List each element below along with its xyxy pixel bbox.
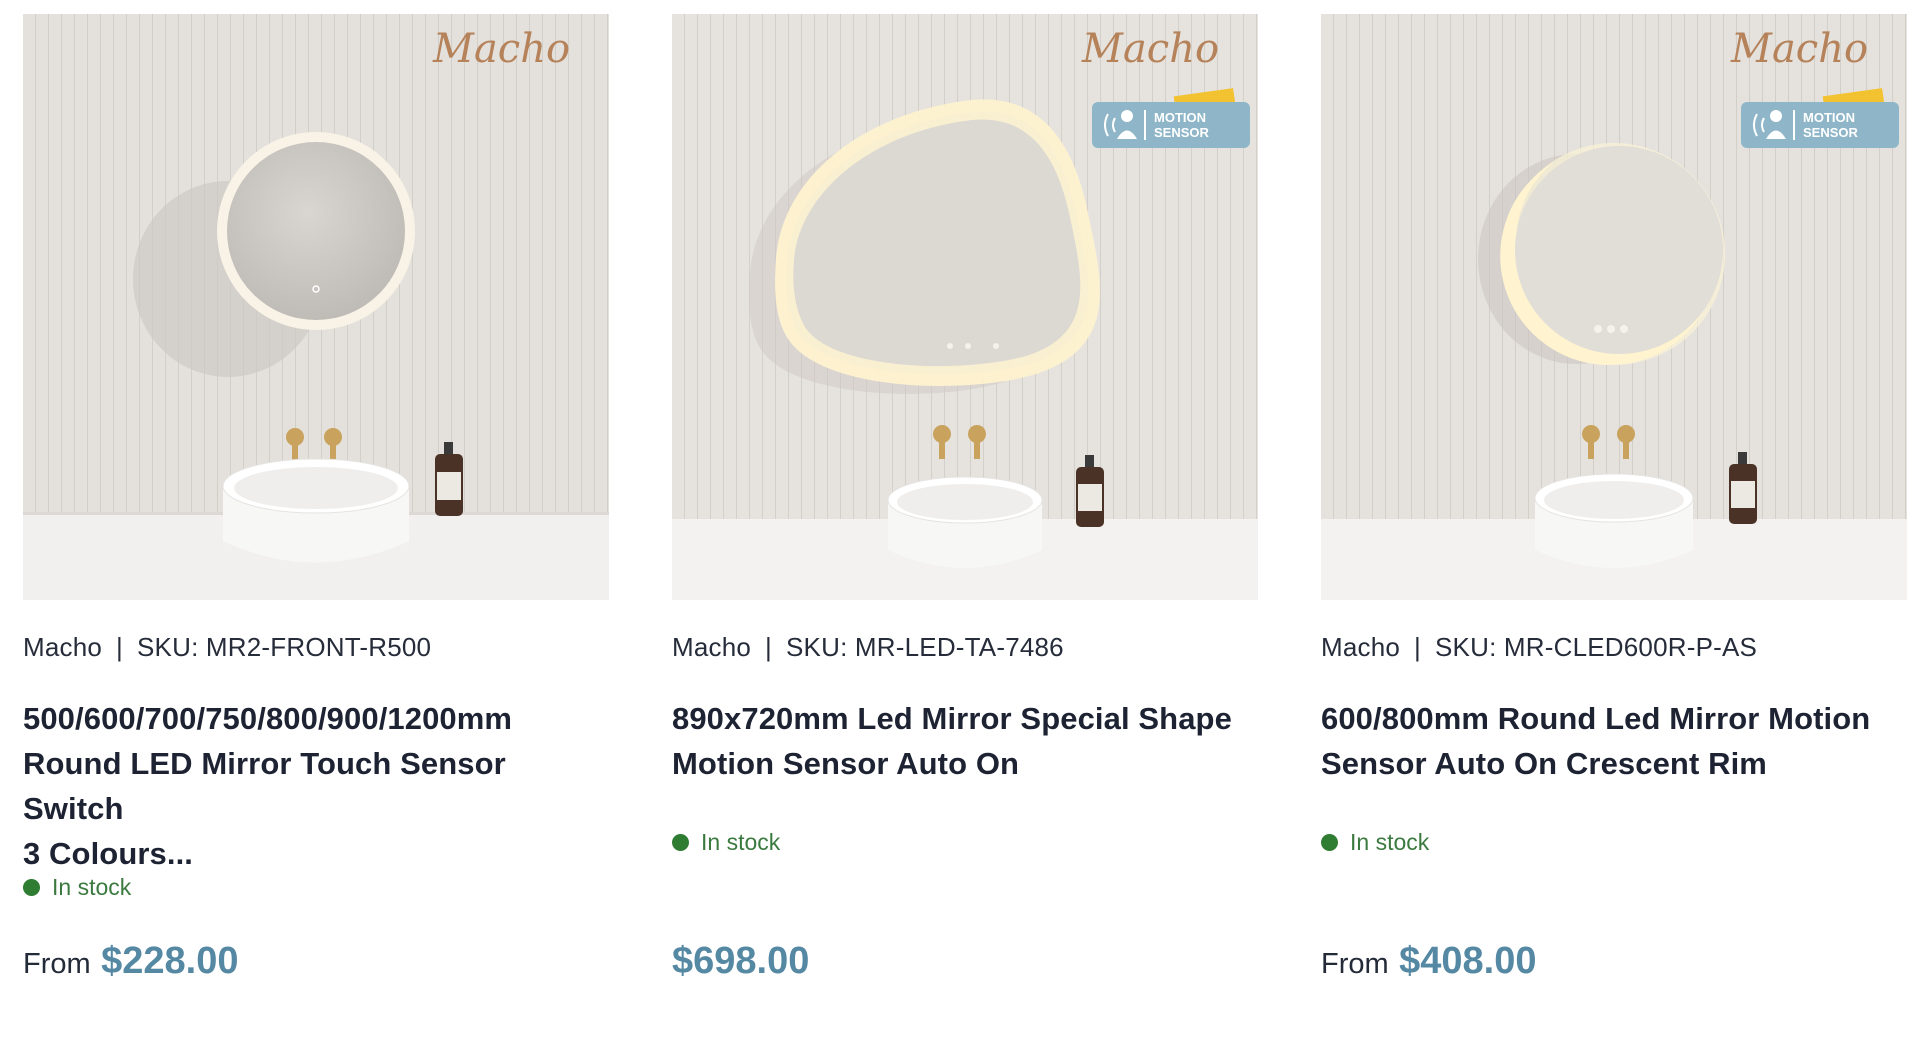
price: From $408.00 bbox=[1321, 940, 1537, 983]
brand-watermark: Macho bbox=[1730, 26, 1868, 72]
meta-separator: | bbox=[765, 632, 773, 662]
product-meta: Macho | SKU: MR-LED-TA-7486 bbox=[672, 632, 1064, 663]
stock-status: In stock bbox=[1321, 829, 1429, 856]
price: From $228.00 bbox=[23, 940, 239, 983]
product-title-line: Sensor Auto On Crescent Rim bbox=[1321, 746, 1767, 781]
price-prefix: From bbox=[1321, 948, 1389, 980]
product-sku: SKU: MR-CLED600R-P-AS bbox=[1435, 632, 1758, 662]
price-value: $408.00 bbox=[1399, 940, 1537, 982]
price: $698.00 bbox=[672, 940, 809, 983]
product-photo: Macho bbox=[23, 14, 609, 600]
stock-status: In stock bbox=[672, 829, 780, 856]
product-grid: Macho Macho | SKU: MR2-FRONT-R500 500/600/… bbox=[0, 0, 1924, 1038]
stock-label: In stock bbox=[701, 829, 781, 855]
vendor-name: Macho bbox=[672, 632, 752, 662]
product-title-link[interactable]: 890x720mm Led Mirror Special Shape Motio… bbox=[672, 696, 1258, 786]
stock-label: In stock bbox=[52, 874, 132, 900]
stock-dot-icon bbox=[672, 834, 689, 851]
vendor-name: Macho bbox=[23, 632, 103, 662]
product-title-line: Round LED Mirror Touch Sensor Switch bbox=[23, 746, 506, 826]
product-photo: MOTION SENSOR Macho bbox=[1321, 14, 1907, 600]
product-meta: Macho | SKU: MR-CLED600R-P-AS bbox=[1321, 632, 1757, 663]
badge-text: MOTION bbox=[1803, 110, 1855, 125]
product-image-link[interactable]: Macho bbox=[23, 14, 609, 600]
meta-separator: | bbox=[116, 632, 124, 662]
badge-text: SENSOR bbox=[1803, 125, 1859, 140]
product-title-link[interactable]: 600/800mm Round Led Mirror Motion Sensor… bbox=[1321, 696, 1907, 786]
product-title-line: 500/600/700/750/800/900/1200mm bbox=[23, 701, 513, 736]
price-value: $698.00 bbox=[672, 940, 810, 982]
product-sku: SKU: MR2-FRONT-R500 bbox=[137, 632, 432, 662]
product-title-line: 890x720mm Led Mirror Special Shape bbox=[672, 701, 1232, 736]
product-title-line: 3 Colours... bbox=[23, 836, 194, 871]
product-title-line: Motion Sensor Auto On bbox=[672, 746, 1020, 781]
brand-watermark: Macho bbox=[432, 26, 570, 72]
price-value: $228.00 bbox=[101, 940, 239, 982]
stock-status: In stock bbox=[23, 874, 131, 901]
product-title-line: 600/800mm Round Led Mirror Motion bbox=[1321, 701, 1871, 736]
stock-dot-icon bbox=[1321, 834, 1338, 851]
price-prefix: From bbox=[23, 948, 91, 980]
brand-watermark: Macho bbox=[1081, 26, 1219, 72]
stock-dot-icon bbox=[23, 879, 40, 896]
vendor-name: Macho bbox=[1321, 632, 1401, 662]
product-photo: MOTION SENSOR Macho bbox=[672, 14, 1258, 600]
product-meta: Macho | SKU: MR2-FRONT-R500 bbox=[23, 632, 431, 663]
badge-text: MOTION bbox=[1154, 110, 1206, 125]
product-image-link[interactable]: MOTION SENSOR Macho bbox=[672, 14, 1258, 600]
product-image-link[interactable]: MOTION SENSOR Macho bbox=[1321, 14, 1907, 600]
stock-label: In stock bbox=[1350, 829, 1430, 855]
product-title-link[interactable]: 500/600/700/750/800/900/1200mm Round LED… bbox=[23, 696, 609, 876]
badge-text: SENSOR bbox=[1154, 125, 1210, 140]
meta-separator: | bbox=[1414, 632, 1422, 662]
product-sku: SKU: MR-LED-TA-7486 bbox=[786, 632, 1064, 662]
